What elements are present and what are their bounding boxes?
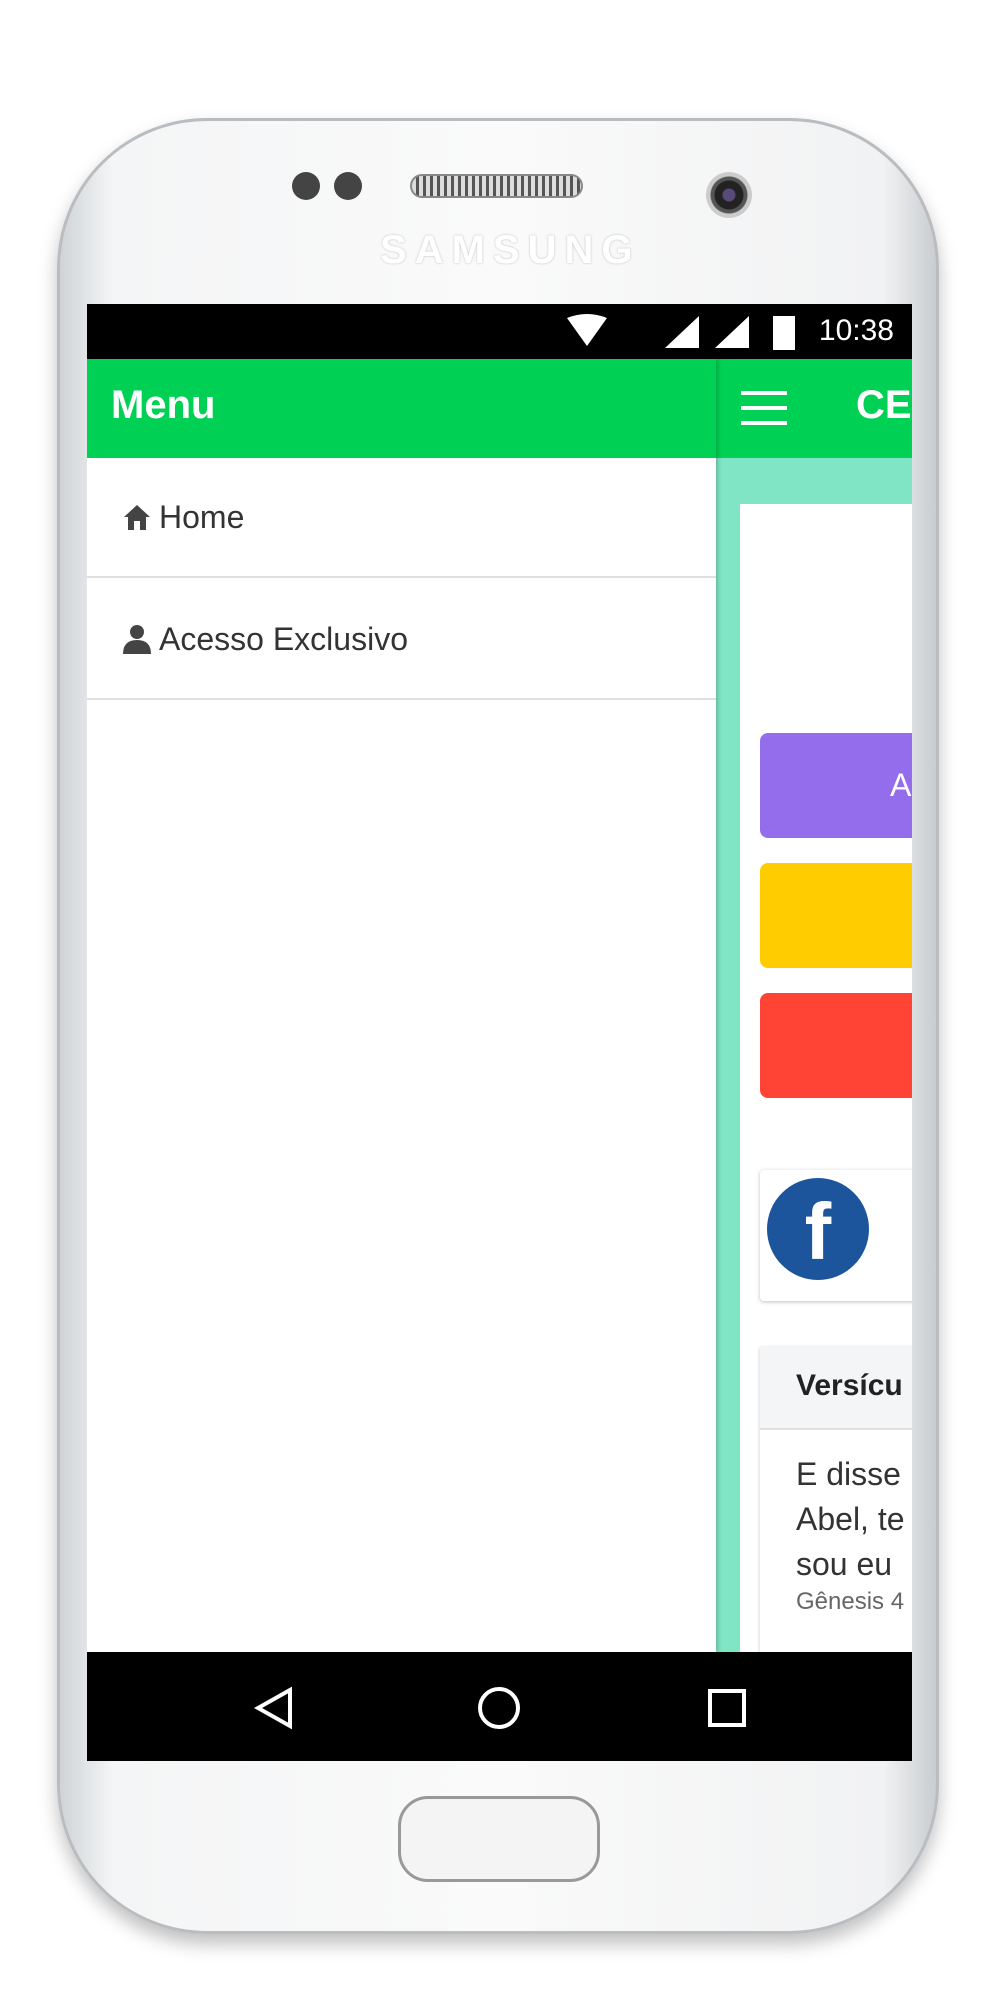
action-button-1[interactable]: A [760, 733, 912, 838]
main-content: CE A f Versícu E disse Abel, te sou eu G… [716, 359, 912, 1761]
social-card: f [760, 1170, 912, 1301]
action-button-2[interactable] [760, 863, 912, 968]
content-card: A f Versícu E disse Abel, te sou eu Gêne… [740, 504, 912, 1761]
verse-line: Abel, te [796, 1501, 905, 1537]
home-icon [124, 505, 150, 530]
signal-icon [665, 316, 699, 348]
sensor-icon [292, 172, 320, 200]
app-title: CE [856, 383, 912, 427]
menu-item-acesso-exclusivo[interactable]: Acesso Exclusivo [87, 580, 716, 700]
wifi-icon [567, 314, 607, 346]
battery-icon [773, 316, 795, 350]
user-icon [123, 625, 151, 654]
action-button-3[interactable] [760, 993, 912, 1098]
sensor-icon [334, 172, 362, 200]
brand-logo: SAMSUNG [380, 228, 641, 272]
status-bar: 10:38 [87, 304, 912, 359]
speaker-grille [410, 174, 583, 198]
screen: 10:38 CE A f Versícu E disse Abel, te so… [87, 304, 912, 1761]
menu-item-home[interactable]: Home [87, 458, 716, 578]
recents-icon[interactable] [707, 1688, 747, 1728]
clock: 10:38 [818, 314, 894, 347]
verse-line: sou eu [796, 1546, 893, 1582]
signal-icon [715, 316, 749, 348]
menu-item-label: Home [159, 498, 245, 535]
hardware-home-button[interactable] [398, 1796, 600, 1882]
drawer-title: Menu [87, 359, 716, 458]
navigation-bar [87, 1652, 912, 1761]
camera-icon [706, 172, 752, 218]
home-nav-icon[interactable] [477, 1686, 521, 1730]
verse-line: E disse [796, 1456, 901, 1492]
hamburger-menu-icon[interactable] [741, 391, 787, 425]
back-icon[interactable] [252, 1686, 296, 1730]
side-drawer: Menu Home Acesso Exclusivo [87, 359, 716, 1652]
menu-item-label: Acesso Exclusivo [159, 620, 408, 657]
facebook-icon[interactable]: f [767, 1178, 869, 1280]
app-bar: CE [716, 359, 912, 458]
verse-header: Versícu [760, 1347, 912, 1430]
verse-reference: Gênesis 4 [796, 1588, 905, 1615]
